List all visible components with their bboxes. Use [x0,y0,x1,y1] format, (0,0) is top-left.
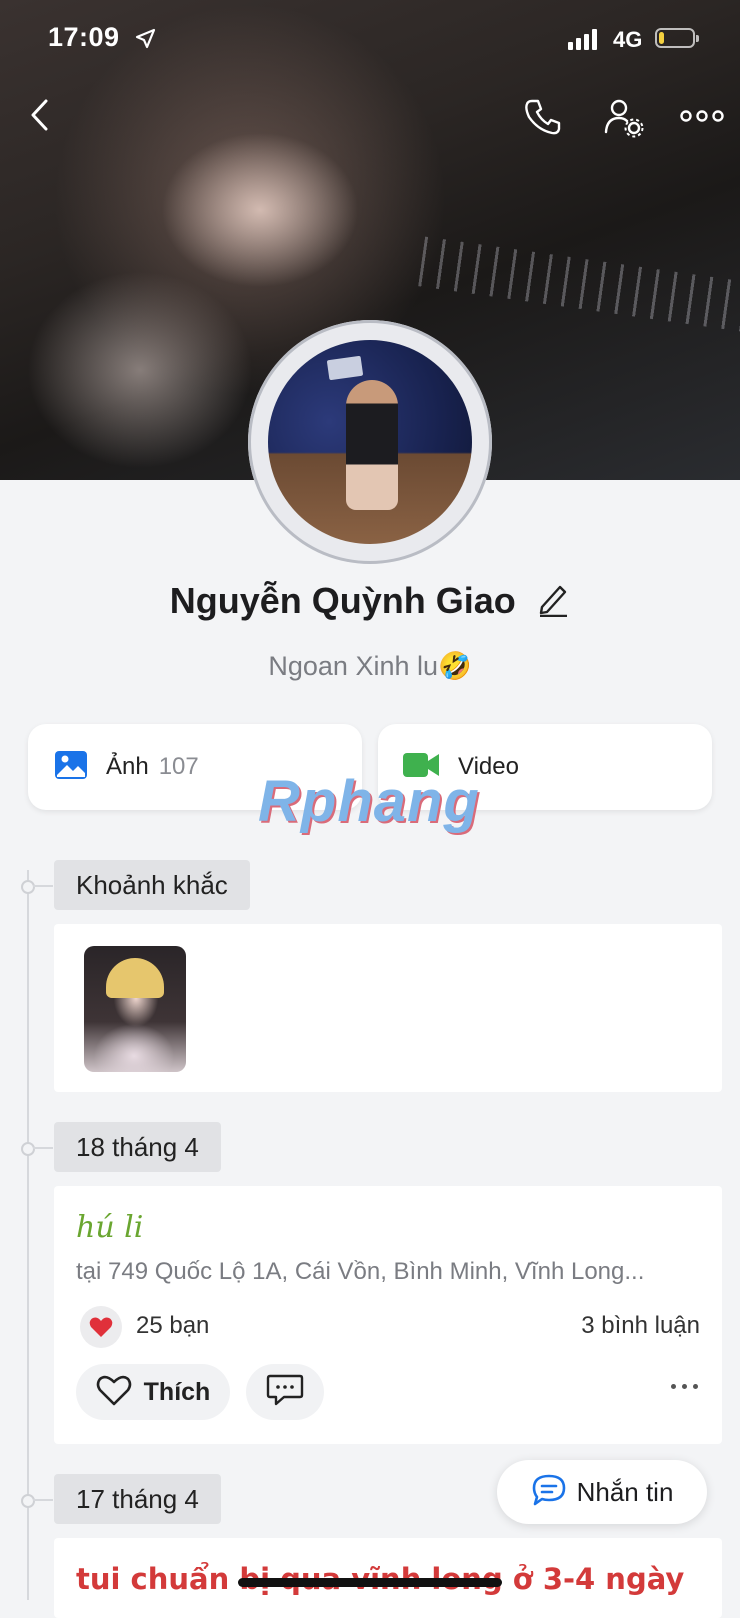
profile-bio: Ngoan Xinh lu🤣 [268,651,472,681]
status-bar: 17:09 4G [0,0,740,80]
moments-tag: Khoảnh khắc [54,860,250,910]
photo-icon [54,750,88,785]
heart-reaction-icon [80,1306,122,1348]
edit-pencil-icon[interactable] [536,581,570,622]
likes-count[interactable]: 25 bạn [136,1312,209,1340]
status-time: 17:09 [48,22,120,52]
battery-level [659,32,664,44]
comment-icon [266,1373,304,1412]
profile-name: Nguyễn Quỳnh Giao [169,580,516,621]
chat-bubble-icon [531,1473,567,1512]
moment-thumbnail[interactable] [84,946,186,1072]
timeline-dot [21,880,35,894]
avatar[interactable] [268,340,472,544]
like-button[interactable]: Thích [76,1364,230,1420]
timeline-line [27,870,29,1600]
moments-card [54,924,722,1092]
photos-count: 107 [158,753,199,780]
timeline-connector [33,1499,53,1501]
timeline-connector [33,885,53,887]
phone-icon[interactable] [524,98,562,141]
profile-name-row: Nguyễn Quỳnh Giao [0,580,740,622]
message-label: Nhắn tin [576,1476,674,1507]
date-tag: 18 tháng 4 [54,1122,221,1172]
back-icon[interactable] [30,98,50,137]
timeline-dot [21,1494,35,1508]
avatar-person [346,380,398,510]
more-options-icon[interactable] [680,108,724,129]
like-label: Thích [143,1377,211,1406]
home-indicator[interactable] [238,1578,502,1587]
comment-button[interactable] [246,1364,324,1420]
timeline-connector [33,1147,53,1149]
network-type: 4G [613,27,643,52]
signal-icon [568,28,597,50]
avatar-sign [326,355,364,381]
battery-icon [655,28,699,48]
heart-outline-icon [96,1374,132,1411]
photos-label: Ảnh [106,753,149,780]
timeline-dot [21,1142,35,1156]
comments-count[interactable]: 3 bình luận [581,1312,700,1340]
post-location[interactable]: tại 749 Quốc Lộ 1A, Cái Vồn, Bình Minh, … [76,1258,644,1286]
post-more-icon[interactable] [671,1384,698,1389]
post-card[interactable]: hú li tại 749 Quốc Lộ 1A, Cái Vồn, Bình … [54,1186,722,1444]
watermark: Rphang [258,769,480,834]
post-title: hú li [76,1210,144,1245]
user-settings-icon[interactable] [604,98,644,143]
date-tag: 17 tháng 4 [54,1474,221,1524]
message-button[interactable]: Nhắn tin [497,1460,707,1524]
location-arrow-icon [134,28,156,55]
